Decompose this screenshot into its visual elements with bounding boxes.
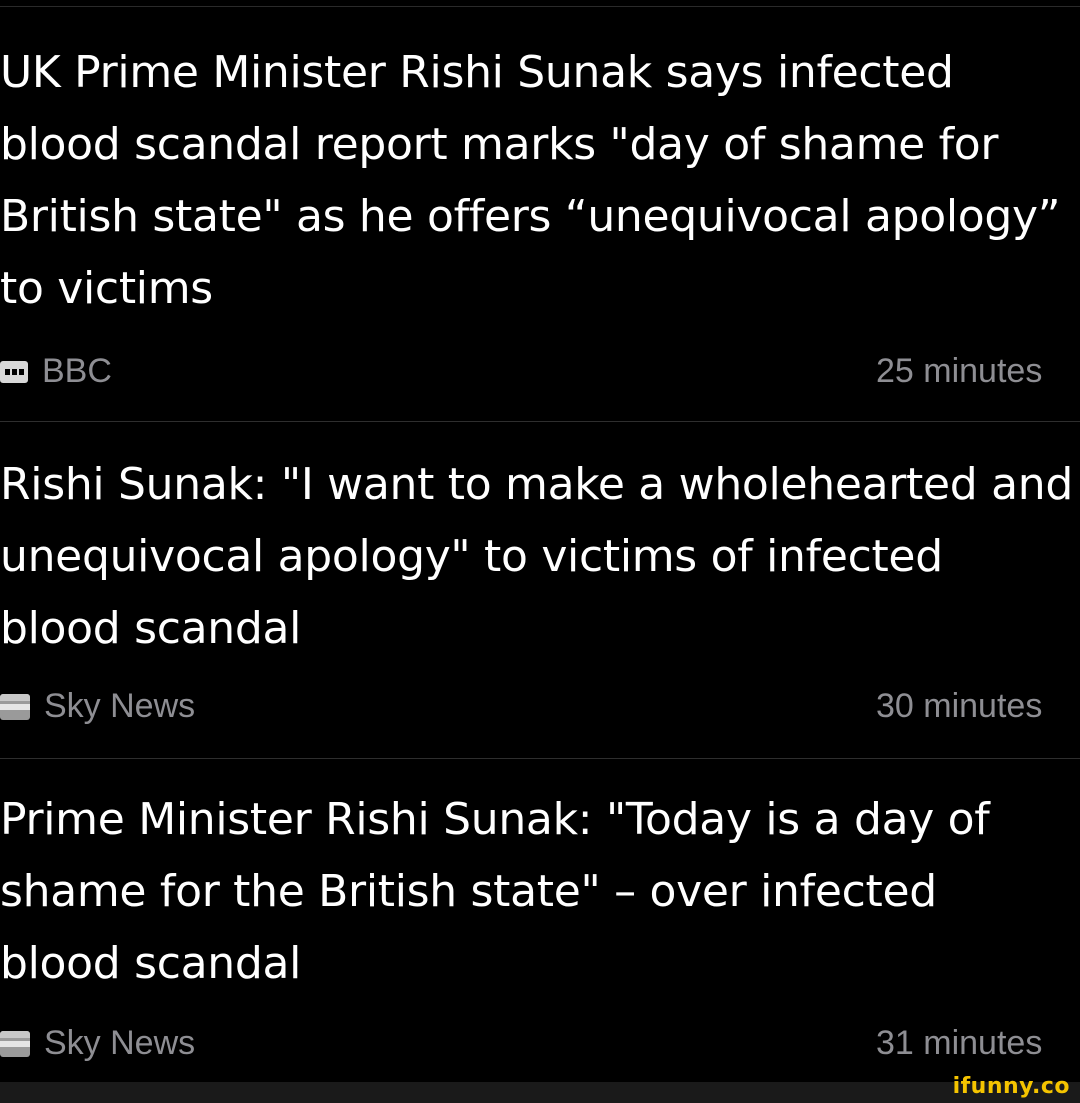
timestamp: 31 minutes bbox=[876, 1024, 1043, 1062]
headline-line: Prime Minister Rishi Sunak: "Today is a … bbox=[0, 794, 990, 845]
sky-news-logo-icon bbox=[0, 693, 30, 720]
top-divider bbox=[0, 6, 1080, 7]
headline-line: shame for the British state" – over infe… bbox=[0, 866, 937, 917]
headline-line: blood scandal bbox=[0, 938, 302, 989]
headline[interactable]: Rishi Sunak: "I want to make a wholehear… bbox=[0, 449, 1080, 665]
news-item-2[interactable]: Rishi Sunak: "I want to make a wholehear… bbox=[0, 449, 1080, 665]
item-divider bbox=[0, 421, 1080, 422]
source[interactable]: Sky News bbox=[0, 1024, 195, 1063]
timestamp: 30 minutes bbox=[876, 687, 1043, 725]
timestamp: 25 minutes bbox=[876, 352, 1043, 390]
item-divider bbox=[0, 758, 1080, 759]
headline[interactable]: UK Prime Minister Rishi Sunak says infec… bbox=[0, 37, 1080, 325]
headline-line: to victims bbox=[0, 263, 213, 314]
headline-line: UK Prime Minister Rishi Sunak says infec… bbox=[0, 47, 954, 98]
headline[interactable]: Prime Minister Rishi Sunak: "Today is a … bbox=[0, 784, 1080, 1000]
source-name: BBC bbox=[42, 352, 112, 390]
headline-line: blood scandal bbox=[0, 603, 302, 654]
sky-news-logo-icon bbox=[0, 1030, 30, 1057]
ifunny-watermark: ifunny.co bbox=[952, 1074, 1070, 1099]
news-item-1-meta: BBC 25 minutes bbox=[0, 352, 1080, 392]
bbc-logo-icon bbox=[0, 360, 28, 383]
news-item-3[interactable]: Prime Minister Rishi Sunak: "Today is a … bbox=[0, 784, 1080, 1000]
headline-line: British state" as he offers “unequivocal… bbox=[0, 191, 1061, 242]
news-item-2-meta: Sky News 30 minutes bbox=[0, 687, 1080, 727]
source-name: Sky News bbox=[44, 1024, 196, 1062]
source[interactable]: Sky News bbox=[0, 687, 195, 726]
bottom-bar bbox=[0, 1082, 1080, 1103]
news-item-3-meta: Sky News 31 minutes bbox=[0, 1024, 1080, 1064]
headline-line: Rishi Sunak: "I want to make a wholehear… bbox=[0, 459, 1073, 510]
news-item-1[interactable]: UK Prime Minister Rishi Sunak says infec… bbox=[0, 37, 1080, 325]
headline-line: unequivocal apology" to victims of infec… bbox=[0, 531, 943, 582]
source-name: Sky News bbox=[44, 687, 196, 725]
source[interactable]: BBC bbox=[0, 352, 112, 391]
headline-line: blood scandal report marks "day of shame… bbox=[0, 119, 999, 170]
